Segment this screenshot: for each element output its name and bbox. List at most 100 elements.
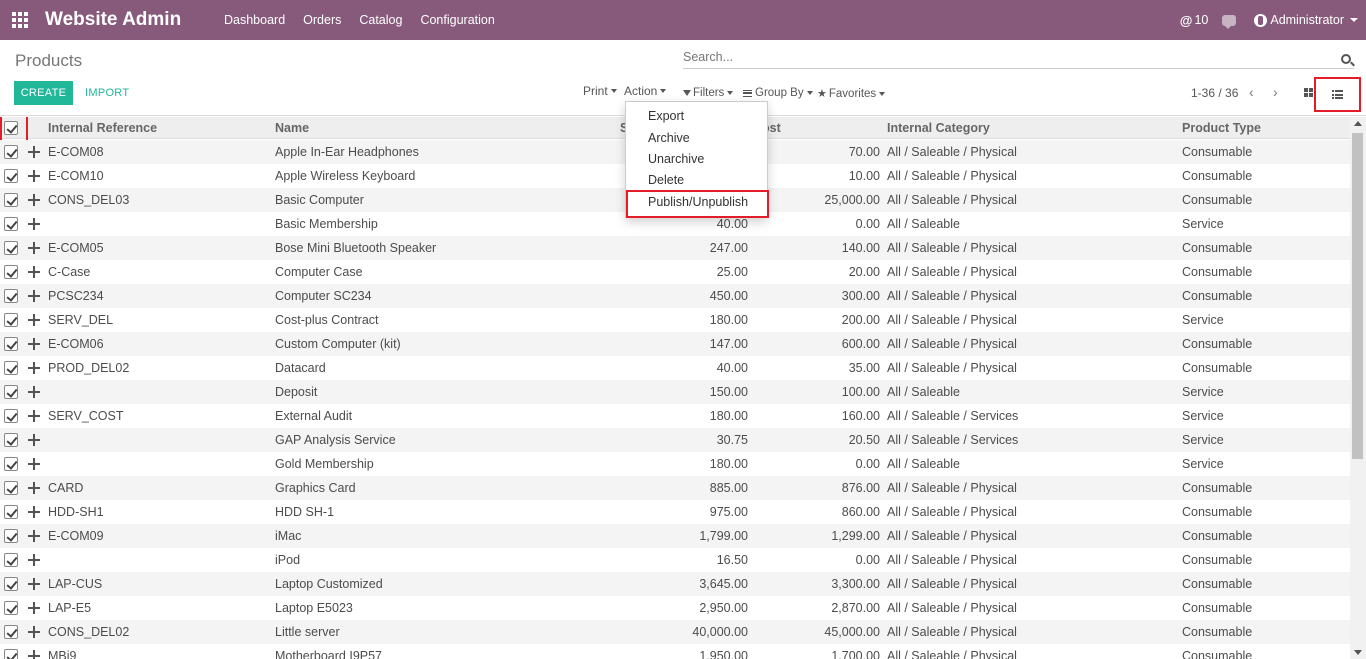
table-row[interactable]: E-COM06 Custom Computer (kit) 147.00 600.00… xyxy=(0,332,1350,356)
mentions-button[interactable]: @ 10 xyxy=(1180,13,1209,28)
table-row[interactable]: SERV_DEL Cost-plus Contract 180.00 200.00 Al… xyxy=(0,308,1350,332)
drag-handle-icon[interactable] xyxy=(28,170,40,182)
drag-handle-icon[interactable] xyxy=(28,458,40,470)
row-checkbox[interactable] xyxy=(4,457,18,471)
row-checkbox[interactable] xyxy=(4,241,18,255)
row-checkbox[interactable] xyxy=(4,577,18,591)
drag-handle-icon[interactable] xyxy=(28,218,40,230)
search-icon[interactable] xyxy=(1341,54,1351,64)
row-checkbox[interactable] xyxy=(4,313,18,327)
table-row[interactable]: Gold Membership 180.00 0.00 All / Saleable S… xyxy=(0,452,1350,476)
drag-handle-icon[interactable] xyxy=(28,650,40,659)
filters-button[interactable]: Filters xyxy=(683,87,734,99)
action-dropdown[interactable]: Action xyxy=(624,84,667,98)
vertical-scrollbar[interactable] xyxy=(1350,117,1366,659)
drag-handle-icon[interactable] xyxy=(28,362,40,374)
scroll-up-icon[interactable] xyxy=(1354,121,1362,126)
drag-handle-icon[interactable] xyxy=(28,626,40,638)
menu-item-unarchive[interactable]: Unarchive xyxy=(648,152,704,166)
drag-handle-icon[interactable] xyxy=(28,314,40,326)
row-checkbox[interactable] xyxy=(4,601,18,615)
table-row[interactable]: HDD-SH1 HDD SH-1 975.00 860.00 All / Saleabl… xyxy=(0,500,1350,524)
row-checkbox[interactable] xyxy=(4,409,18,423)
apps-menu-icon[interactable] xyxy=(0,0,40,40)
import-button[interactable]: IMPORT xyxy=(85,81,129,105)
cell-sales-price: 1,950.00 xyxy=(699,649,748,659)
table-row[interactable]: Deposit 150.00 100.00 All / Saleable Service xyxy=(0,380,1350,404)
table-row[interactable]: E-COM05 Bose Mini Bluetooth Speaker 247.00… xyxy=(0,236,1350,260)
table-row[interactable]: C-Case Computer Case 25.00 20.00 All / Salea… xyxy=(0,260,1350,284)
avatar[interactable] xyxy=(1254,13,1268,27)
drag-handle-icon[interactable] xyxy=(28,386,40,398)
table-row[interactable]: CONS_DEL02 Little server 40,000.00 45,000.0… xyxy=(0,620,1350,644)
row-checkbox[interactable] xyxy=(4,505,18,519)
drag-handle-icon[interactable] xyxy=(28,506,40,518)
user-menu[interactable]: Administrator xyxy=(1270,13,1344,27)
row-checkbox[interactable] xyxy=(4,649,18,659)
menu-item-export[interactable]: Export xyxy=(648,109,684,123)
drag-handle-icon[interactable] xyxy=(28,554,40,566)
column-internal-reference[interactable]: Internal Reference xyxy=(48,117,157,139)
create-button[interactable]: CREATE xyxy=(14,81,73,105)
table-row[interactable]: GAP Analysis Service 30.75 20.50 All / Sale… xyxy=(0,428,1350,452)
row-checkbox[interactable] xyxy=(4,337,18,351)
row-checkbox[interactable] xyxy=(4,145,18,159)
table-row[interactable]: PROD_DEL02 Datacard 40.00 35.00 All / Saleab… xyxy=(0,356,1350,380)
scroll-down-icon[interactable] xyxy=(1354,650,1362,655)
row-checkbox[interactable] xyxy=(4,289,18,303)
row-checkbox[interactable] xyxy=(4,529,18,543)
table-row[interactable]: LAP-E5 Laptop E5023 2,950.00 2,870.00 All / … xyxy=(0,596,1350,620)
print-dropdown[interactable]: Print xyxy=(583,84,617,98)
menu-dashboard[interactable]: Dashboard xyxy=(215,0,294,40)
pager-value[interactable]: 1-36 / 36 xyxy=(1191,86,1238,100)
pager-previous-icon[interactable]: ‹ xyxy=(1249,84,1254,100)
scroll-thumb[interactable] xyxy=(1352,133,1363,459)
column-name[interactable]: Name xyxy=(275,117,309,139)
table-row[interactable]: iPod 16.50 0.00 All / Saleable / Physical Co… xyxy=(0,548,1350,572)
table-row[interactable]: MBi9 Motherboard I9P57 1,950.00 1,700.00 All… xyxy=(0,644,1350,659)
table-row[interactable]: PCSC234 Computer SC234 450.00 300.00 All / S… xyxy=(0,284,1350,308)
drag-handle-icon[interactable] xyxy=(28,146,40,158)
row-checkbox[interactable] xyxy=(4,481,18,495)
groupby-button[interactable]: Group By xyxy=(743,87,813,99)
drag-handle-icon[interactable] xyxy=(28,578,40,590)
drag-handle-icon[interactable] xyxy=(28,434,40,446)
drag-handle-icon[interactable] xyxy=(28,410,40,422)
column-internal-category[interactable]: Internal Category xyxy=(887,117,990,139)
drag-handle-icon[interactable] xyxy=(28,266,40,278)
drag-handle-icon[interactable] xyxy=(28,290,40,302)
row-checkbox[interactable] xyxy=(4,265,18,279)
row-checkbox[interactable] xyxy=(4,385,18,399)
row-checkbox[interactable] xyxy=(4,193,18,207)
table-row[interactable]: CARD Graphics Card 885.00 876.00 All / Salea… xyxy=(0,476,1350,500)
menu-item-archive[interactable]: Archive xyxy=(648,131,690,145)
favorites-button[interactable]: ★ Favorites xyxy=(817,87,886,100)
menu-item-delete[interactable]: Delete xyxy=(648,173,684,187)
pager-next-icon[interactable]: › xyxy=(1273,84,1278,100)
row-checkbox[interactable] xyxy=(4,625,18,639)
kanban-view-icon[interactable] xyxy=(1304,88,1313,97)
drag-handle-icon[interactable] xyxy=(28,530,40,542)
menu-orders[interactable]: Orders xyxy=(294,0,350,40)
row-checkbox[interactable] xyxy=(4,169,18,183)
row-checkbox[interactable] xyxy=(4,433,18,447)
cell-cost: 70.00 xyxy=(848,145,880,159)
menu-catalog[interactable]: Catalog xyxy=(350,0,411,40)
drag-handle-icon[interactable] xyxy=(28,482,40,494)
list-view-button[interactable] xyxy=(1314,77,1361,112)
table-row[interactable]: SERV_COST External Audit 180.00 160.00 All /… xyxy=(0,404,1350,428)
search-input[interactable] xyxy=(683,50,1323,64)
chat-icon[interactable] xyxy=(1222,14,1237,29)
column-product-type[interactable]: Product Type xyxy=(1182,117,1261,139)
menu-configuration[interactable]: Configuration xyxy=(411,0,503,40)
table-row[interactable]: E-COM09 iMac 1,799.00 1,299.00 All / Saleabl… xyxy=(0,524,1350,548)
drag-handle-icon[interactable] xyxy=(28,338,40,350)
cell-internal-reference: CONS_DEL03 xyxy=(48,193,130,207)
table-row[interactable]: LAP-CUS Laptop Customized 3,645.00 3,300.00… xyxy=(0,572,1350,596)
drag-handle-icon[interactable] xyxy=(28,242,40,254)
row-checkbox[interactable] xyxy=(4,217,18,231)
drag-handle-icon[interactable] xyxy=(28,602,40,614)
row-checkbox[interactable] xyxy=(4,361,18,375)
drag-handle-icon[interactable] xyxy=(28,194,40,206)
row-checkbox[interactable] xyxy=(4,553,18,567)
